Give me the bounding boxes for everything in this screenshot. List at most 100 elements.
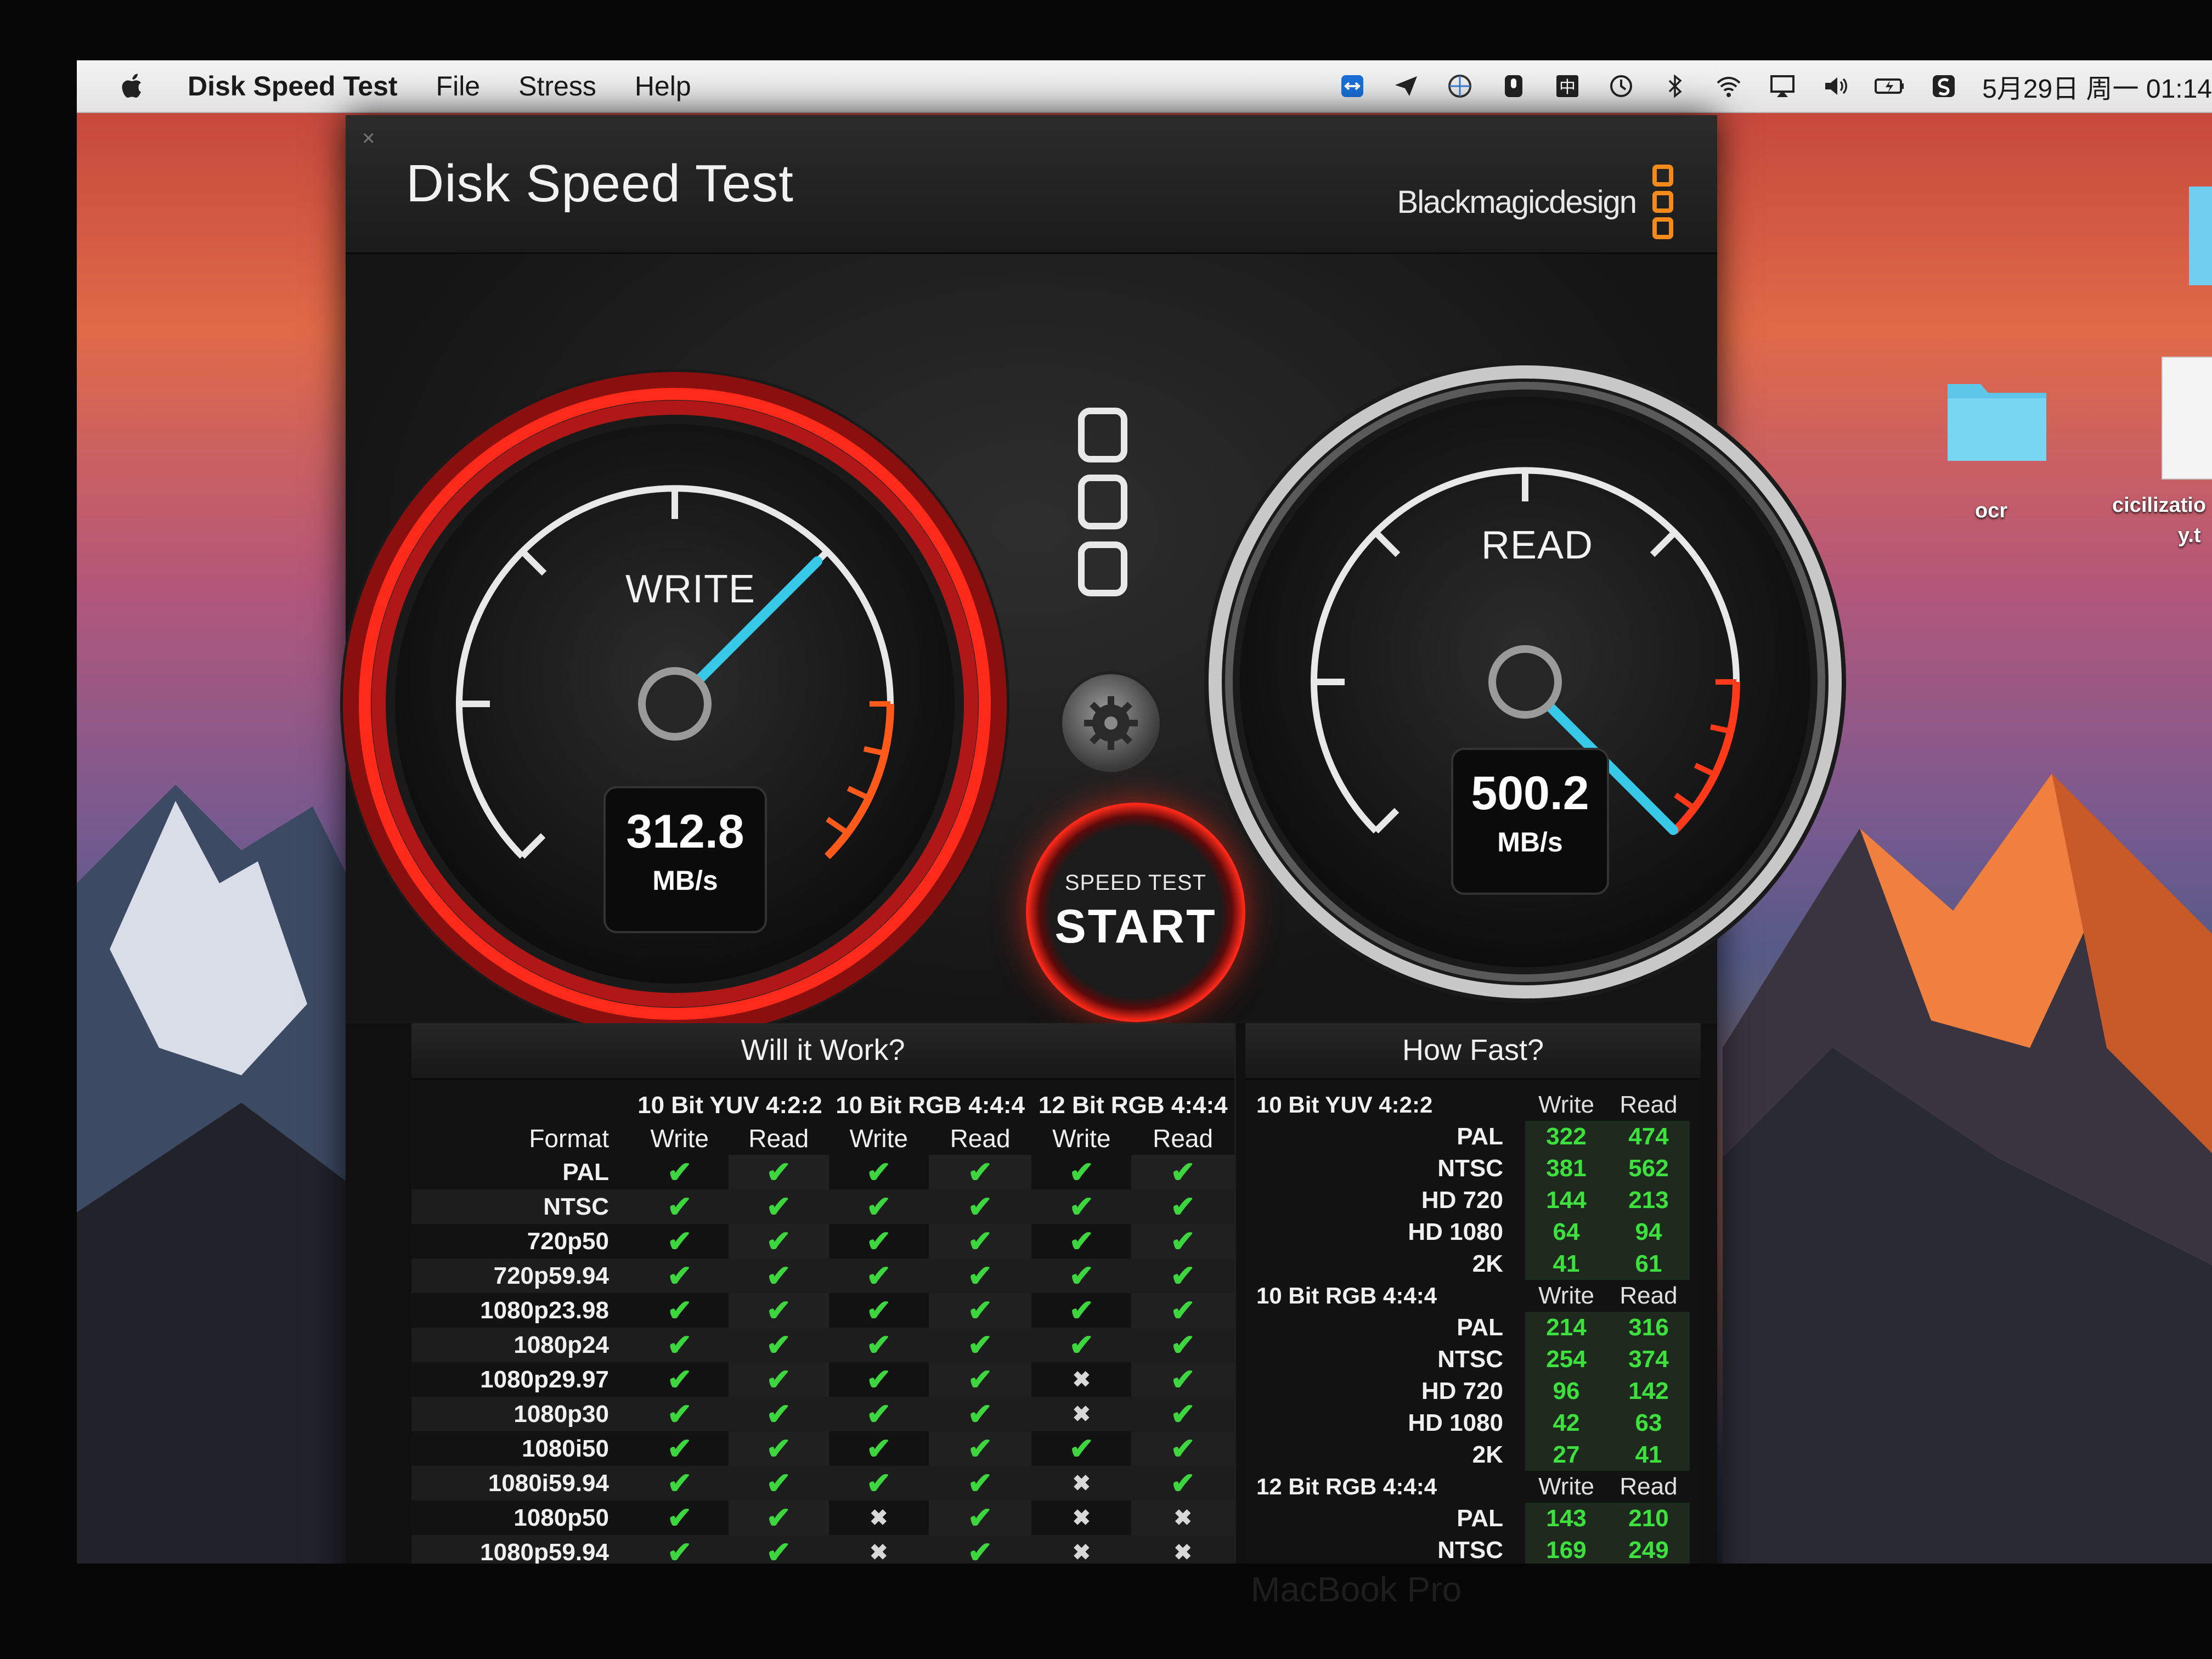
check-icon: ✔ (928, 1535, 1032, 1564)
wifi-icon[interactable] (1713, 71, 1744, 101)
partial-folder-icon[interactable] (2189, 187, 2212, 285)
group-header: 12 Bit RGB 4:4:4 (1038, 1092, 1228, 1119)
blank-header (411, 1089, 631, 1122)
check-icon: ✔ (866, 1294, 891, 1327)
folder-label[interactable]: ocr (1975, 499, 2007, 523)
write-value-cell: 64 (1525, 1216, 1607, 1248)
progress-indicator (1078, 408, 1127, 596)
menu-clock[interactable]: 5月29日 周一 01:14 (1982, 67, 2212, 105)
start-button-label: START (1054, 900, 1217, 953)
menu-stress[interactable]: Stress (518, 70, 596, 102)
how-fast-panel: How Fast? 10 Bit YUV 4:2:2 Write Read PAL 32… (1245, 1023, 1701, 1564)
close-icon[interactable]: × (362, 126, 375, 151)
sync-icon[interactable] (1928, 71, 1959, 101)
menu-help[interactable]: Help (635, 70, 691, 102)
cross-icon: ✖ (1031, 1397, 1132, 1431)
read-value-cell: 41 (1607, 1439, 1690, 1471)
window-title: Disk Speed Test (406, 154, 794, 213)
blackmagic-logo: Blackmagicdesign (1397, 165, 1673, 239)
format-cell: PAL (1457, 1314, 1503, 1341)
volume-icon[interactable] (1821, 71, 1852, 101)
check-icon: ✔ (631, 1259, 729, 1293)
check-icon: ✔ (1131, 1259, 1234, 1293)
table-row: 2K 41 61 (1256, 1248, 1690, 1280)
read-value-cell: 213 (1607, 1184, 1690, 1216)
cross-icon: ✖ (1031, 1466, 1132, 1500)
write-value-cell: 41 (1525, 1248, 1607, 1280)
group-row: 10 Bit YUV 4:2:2 Write Read (1256, 1089, 1690, 1121)
sub-header: Write (650, 1124, 709, 1153)
table-row: 1080p24 ✔ ✔ ✔ ✔ ✔ ✔ (411, 1328, 1234, 1362)
read-value-cell: 316 (1607, 1312, 1690, 1344)
cross-icon: ✖ (1072, 1367, 1091, 1392)
check-icon: ✔ (728, 1293, 829, 1328)
document-label-line2[interactable]: y.t (2178, 524, 2201, 548)
mic-icon[interactable] (1498, 71, 1529, 101)
apple-menu-icon[interactable] (116, 70, 149, 103)
table-row: 1080p30 ✔ ✔ ✔ ✔ ✖ ✔ (411, 1397, 1234, 1431)
airplay-icon[interactable] (1767, 71, 1798, 101)
check-icon: ✔ (728, 1397, 829, 1431)
format-cell: 1080p23.98 (480, 1296, 609, 1324)
check-icon: ✔ (1069, 1225, 1094, 1258)
input-method-icon[interactable]: 中 (1552, 71, 1583, 101)
check-icon: ✔ (667, 1294, 692, 1327)
folder-icon[interactable] (1942, 368, 2052, 466)
write-readout: 312.8 MB/s (603, 786, 767, 933)
how-fast-table: 10 Bit YUV 4:2:2 Write Read PAL 322 474 NTSC 38… (1256, 1089, 1690, 1564)
write-column-header: Write (1538, 1473, 1594, 1500)
read-label: READ (1481, 523, 1594, 567)
table-row: 1080i59.94 ✔ ✔ ✔ ✔ ✖ ✔ (411, 1466, 1234, 1500)
vpn-icon[interactable] (1444, 71, 1475, 101)
document-icon[interactable] (2162, 357, 2212, 479)
write-value-cell: 214 (1525, 1312, 1607, 1344)
check-icon: ✔ (728, 1466, 829, 1500)
menu-file[interactable]: File (436, 70, 481, 102)
read-column-header: Read (1620, 1473, 1678, 1500)
table-row: 1080p50 ✔ ✔ ✖ ✔ ✖ ✖ (411, 1500, 1234, 1535)
time-machine-icon[interactable] (1606, 71, 1637, 101)
table-row: NTSC 254 374 (1256, 1344, 1690, 1375)
table-row: NTSC 169 249 (1256, 1534, 1690, 1564)
will-it-work-title: Will it Work? (741, 1034, 905, 1066)
check-icon: ✔ (928, 1328, 1032, 1362)
format-cell: NTSC (411, 1189, 631, 1224)
check-icon: ✔ (728, 1189, 829, 1224)
check-icon: ✔ (631, 1397, 729, 1431)
check-icon: ✔ (1031, 1189, 1132, 1224)
check-icon: ✔ (866, 1225, 891, 1258)
check-icon: ✔ (928, 1362, 1032, 1397)
check-icon: ✔ (631, 1466, 729, 1500)
document-label-line1[interactable]: cicilizatio (2112, 494, 2206, 517)
format-cell: 1080i59.94 (411, 1466, 631, 1500)
menu-app-name[interactable]: Disk Speed Test (188, 70, 398, 102)
read-value-cell: 94 (1607, 1216, 1690, 1248)
will-it-work-panel: Will it Work? 10 Bit YUV 4:2:2 10 Bit RG… (411, 1023, 1236, 1564)
teamviewer-icon[interactable] (1337, 71, 1368, 101)
how-fast-title: How Fast? (1402, 1034, 1544, 1066)
write-value-cell: 27 (1525, 1439, 1607, 1471)
send-icon[interactable] (1391, 71, 1421, 101)
battery-icon[interactable] (1875, 71, 1905, 101)
read-value-cell: 210 (1607, 1503, 1690, 1534)
group-header: 10 Bit RGB 4:4:4 (836, 1092, 1025, 1119)
check-icon: ✔ (1031, 1259, 1132, 1293)
table-row: 1080p59.94 ✔ ✔ ✖ ✔ ✖ ✖ (411, 1535, 1234, 1564)
check-icon: ✔ (928, 1500, 1032, 1535)
format-cell: PAL (1457, 1123, 1503, 1150)
bluetooth-icon[interactable] (1660, 71, 1690, 101)
read-unit: MB/s (1497, 827, 1563, 857)
check-icon: ✔ (1131, 1155, 1234, 1189)
format-cell: HD 720 (1421, 1378, 1503, 1404)
check-icon: ✔ (667, 1156, 692, 1189)
sub-header: Write (849, 1124, 909, 1153)
write-gauge-dial (340, 369, 1009, 1039)
format-cell: PAL (1457, 1505, 1503, 1532)
check-icon: ✔ (1069, 1294, 1094, 1327)
will-it-work-table: 10 Bit YUV 4:2:2 10 Bit RGB 4:4:4 12 Bit… (411, 1089, 1234, 1564)
start-button-caption: SPEED TEST (1064, 871, 1207, 895)
format-cell: NTSC (1437, 1346, 1503, 1373)
check-icon: ✔ (667, 1502, 692, 1534)
settings-button[interactable] (1059, 671, 1163, 775)
read-gauge-dial (1204, 361, 1846, 1003)
